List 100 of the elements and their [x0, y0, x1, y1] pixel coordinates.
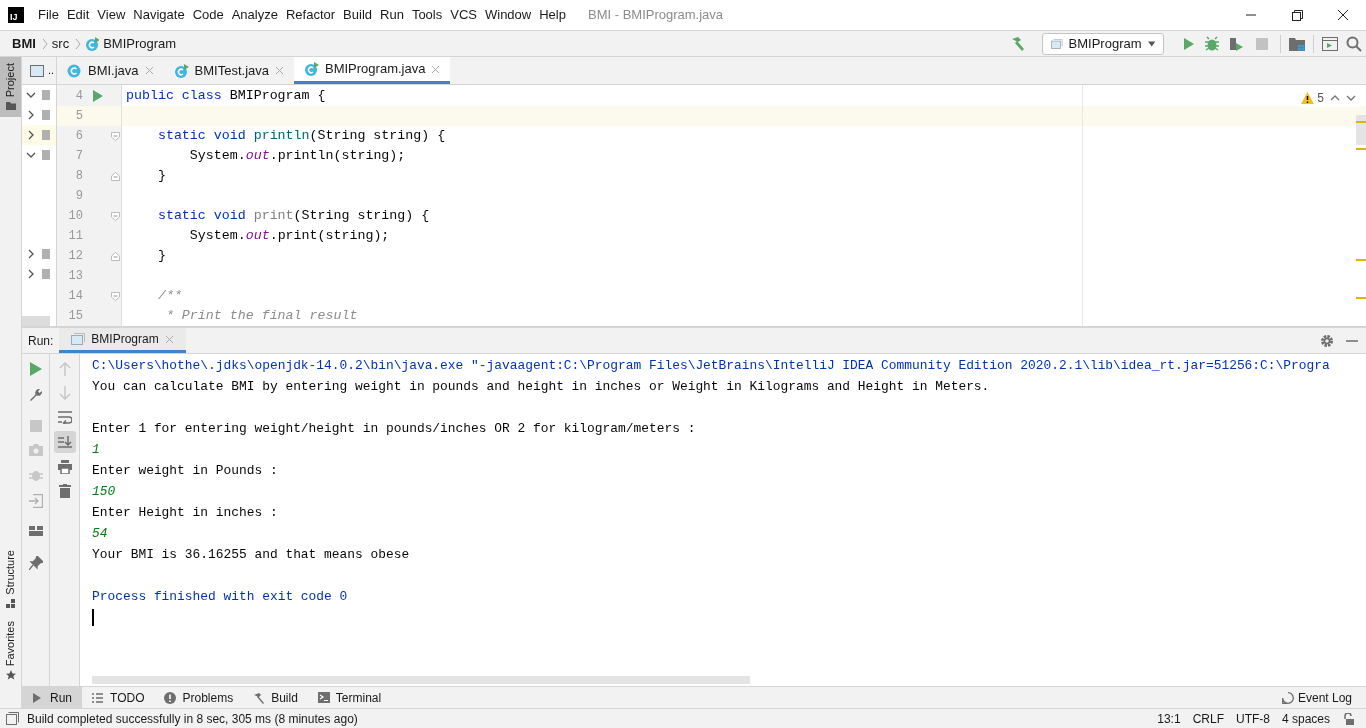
arrow-down-icon	[58, 386, 71, 400]
code-line: static void print(String string) {	[156, 207, 430, 226]
console-line: 54	[92, 524, 108, 543]
code-line: System.out.print(string);	[188, 227, 390, 246]
warning-icon	[1301, 92, 1315, 104]
menu-item[interactable]: Edit	[62, 5, 94, 25]
stop-icon	[1256, 37, 1268, 50]
menu-item[interactable]: Help	[535, 5, 570, 25]
search-icon[interactable]	[1346, 35, 1362, 52]
console-tab[interactable]: BMIProgram	[59, 328, 186, 353]
editor-tab[interactable]: BMITest.java	[163, 57, 294, 84]
menu-item[interactable]: Code	[188, 5, 228, 25]
chevron-down-icon[interactable]	[1346, 94, 1356, 102]
side-tab[interactable]: Favorites	[0, 614, 21, 686]
tool-tab[interactable]: Problems	[154, 687, 244, 708]
editor-tab[interactable]: BMI.java	[57, 57, 164, 84]
scrollbar-thumb[interactable]	[92, 676, 750, 684]
run-icon[interactable]	[1182, 36, 1196, 51]
run-config-dropdown[interactable]: BMIProgram	[1042, 32, 1164, 55]
event-log-button[interactable]: Event Log	[1281, 688, 1352, 707]
stop-icon	[29, 420, 42, 432]
bug-icon[interactable]	[1204, 35, 1220, 52]
menu-item[interactable]: Refactor	[281, 5, 340, 25]
fold-icon[interactable]	[111, 211, 120, 221]
fold-icon[interactable]	[111, 131, 120, 141]
chevron-up-icon[interactable]	[1330, 94, 1340, 102]
wrap-icon[interactable]	[57, 410, 72, 424]
console-line: 1	[92, 440, 100, 459]
close-icon[interactable]	[275, 66, 284, 75]
panel-title: ..	[48, 63, 55, 79]
panel-toggle-icon[interactable]	[6, 712, 19, 725]
folder-icon[interactable]	[1289, 36, 1305, 51]
fold-icon[interactable]	[111, 251, 120, 261]
run-icon[interactable]	[93, 90, 103, 102]
code-line: }	[156, 167, 166, 186]
menu-item[interactable]: Window	[480, 5, 536, 25]
tool-tab[interactable]: Build	[243, 687, 308, 708]
menu-item[interactable]: Build	[339, 5, 376, 25]
close-icon[interactable]	[144, 66, 154, 75]
wrench-icon[interactable]	[28, 388, 43, 402]
scrollbar-thumb[interactable]	[22, 316, 50, 326]
fold-icon[interactable]	[111, 291, 120, 301]
status-item[interactable]: 4 spaces	[1281, 709, 1330, 728]
status-item[interactable]: 13:1	[1157, 709, 1181, 728]
console-line: Your BMI is 36.16255 and that means obese	[92, 545, 410, 564]
list-icon	[92, 691, 104, 704]
menu-item[interactable]: Run	[376, 5, 408, 25]
breadcrumb[interactable]: BMI	[12, 33, 36, 54]
exit-icon	[28, 494, 43, 508]
window-icon	[71, 333, 86, 345]
tool-tab[interactable]: Terminal	[307, 687, 392, 708]
coverage-icon[interactable]	[1228, 35, 1244, 52]
breadcrumb[interactable]: src	[51, 33, 70, 54]
menu-item[interactable]: Navigate	[129, 5, 189, 25]
console-line: Enter weight in Pounds :	[92, 461, 278, 480]
trash-icon[interactable]	[58, 484, 71, 498]
fold-icon[interactable]	[111, 171, 120, 181]
menu-item[interactable]: VCS	[446, 5, 481, 25]
hammer-icon[interactable]	[1010, 35, 1026, 52]
menu-item[interactable]: File	[34, 5, 63, 25]
code-line: * Print the final result	[164, 307, 358, 326]
line-number: 8	[74, 168, 83, 185]
run-icon[interactable]	[29, 362, 42, 376]
menu-item[interactable]: Analyze	[227, 5, 282, 25]
scroll-to-end-button[interactable]	[53, 431, 76, 453]
warning-count[interactable]: 5	[1301, 89, 1324, 107]
line-number: 13	[67, 268, 83, 285]
menu-item[interactable]: View	[93, 5, 130, 25]
text-caret	[92, 609, 94, 626]
line-number: 11	[67, 228, 83, 245]
status-item[interactable]: UTF-8	[1235, 709, 1270, 728]
layout-icon[interactable]	[28, 526, 43, 536]
close-icon[interactable]	[431, 64, 441, 74]
tool-tab[interactable]: TODO	[82, 687, 155, 708]
window-icon	[30, 64, 44, 77]
terminal-icon	[317, 691, 330, 704]
close-icon[interactable]	[164, 334, 174, 344]
print-icon[interactable]	[57, 460, 72, 474]
window-icon	[1051, 37, 1063, 50]
pin-icon[interactable]	[28, 556, 43, 570]
breadcrumb[interactable]: BMIProgram	[103, 33, 177, 54]
tool-tab[interactable]: Run	[22, 687, 82, 708]
class-icon	[85, 36, 100, 51]
line-number: 10	[67, 208, 83, 225]
side-tab[interactable]: Project	[0, 57, 21, 118]
settings-icon[interactable]	[1320, 333, 1334, 348]
window-icon[interactable]	[1322, 36, 1338, 51]
hammer-icon	[253, 691, 266, 704]
side-tab[interactable]: Structure	[0, 544, 21, 615]
menu-item[interactable]: Tools	[407, 5, 447, 25]
status-item[interactable]: CRLF	[1192, 709, 1224, 728]
window-title: BMI - BMIProgram.java	[587, 6, 724, 25]
panel-title: Run:	[27, 332, 55, 350]
editor-tab[interactable]: BMIProgram.java	[294, 57, 451, 84]
line-number: 15	[67, 308, 83, 325]
scroll-end-icon	[57, 435, 72, 449]
lock-icon[interactable]	[1342, 712, 1354, 725]
line-number: 12	[67, 248, 83, 265]
scrollbar-thumb[interactable]	[1356, 115, 1366, 145]
folder-icon	[5, 101, 16, 112]
